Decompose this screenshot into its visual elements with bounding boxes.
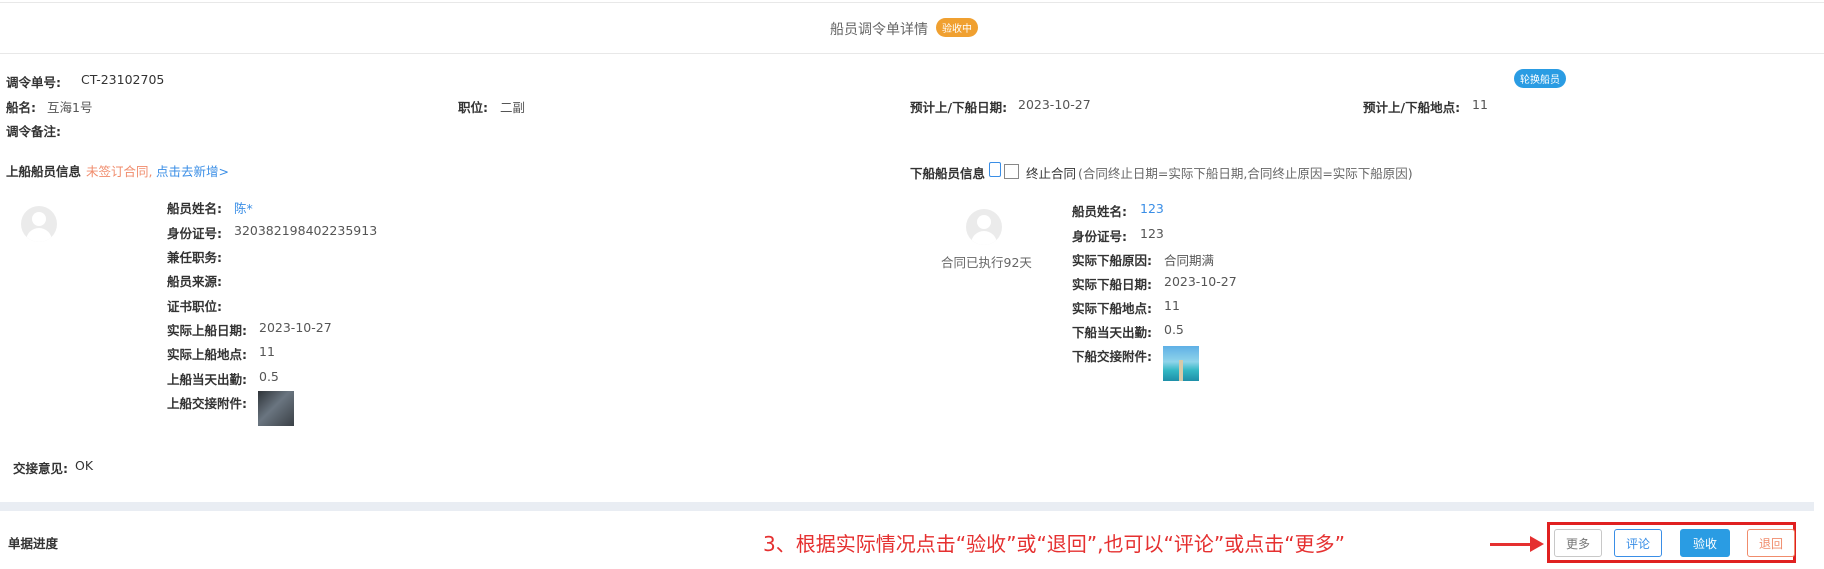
contract-days: 合同已执行92天 — [941, 255, 1032, 270]
offboard-date-label: 实际下船日期: — [1072, 277, 1152, 292]
annotation-arrow-line — [1490, 543, 1534, 546]
offboard-date-value: 2023-10-27 — [1164, 274, 1237, 289]
offboard-id-label: 身份证号: — [1072, 229, 1127, 244]
position-value: 二副 — [500, 100, 526, 115]
planned-place-label: 预计上/下船地点: — [1363, 100, 1461, 115]
onboard-place-label: 实际上船地点: — [167, 347, 247, 362]
contract-warning: 未签订合同, — [86, 164, 153, 179]
offboard-attachment-thumbnail[interactable] — [1163, 346, 1199, 381]
header-divider — [0, 53, 1824, 54]
offboard-reason-label: 实际下船原因: — [1072, 253, 1152, 268]
ship-label: 船名: — [6, 100, 36, 115]
onboard-date-value: 2023-10-27 — [259, 320, 332, 335]
offboard-place-label: 实际下船地点: — [1072, 301, 1152, 316]
position-label: 职位: — [458, 100, 488, 115]
onboard-name-link[interactable]: 陈* — [234, 198, 253, 217]
onboard-avatar — [21, 206, 57, 242]
top-divider — [0, 2, 1824, 3]
comment-button[interactable]: 评论 — [1614, 529, 1662, 557]
onboard-date-label: 实际上船日期: — [167, 323, 247, 338]
offboard-name-link[interactable]: 123 — [1140, 201, 1164, 216]
planned-date-value: 2023-10-27 — [1018, 97, 1091, 112]
order-no-label: 调令单号: — [6, 75, 61, 90]
return-button[interactable]: 退回 — [1747, 529, 1795, 557]
planned-date-label: 预计上/下船日期: — [910, 100, 1008, 115]
onboard-id-value: 320382198402235913 — [234, 223, 378, 238]
onboard-attachment-thumbnail[interactable] — [258, 391, 294, 426]
onboard-attendance-value: 0.5 — [259, 369, 279, 384]
offboard-avatar — [966, 209, 1002, 245]
offboard-id-value: 123 — [1140, 226, 1164, 241]
handover-label: 交接意见: — [13, 461, 68, 476]
ship-value: 互海1号 — [47, 100, 93, 115]
status-badge: 验收中 — [936, 18, 978, 37]
offboard-attendance-label: 下船当天出勤: — [1072, 325, 1152, 340]
onboard-id-label: 身份证号: — [167, 226, 222, 241]
order-no-value: CT-23102705 — [81, 72, 165, 87]
onboard-cert-position-label: 证书职位: — [167, 299, 222, 314]
offboard-section-title: 下船船员信息 — [910, 166, 986, 181]
document-icon[interactable] — [989, 162, 1001, 177]
offboard-reason-value: 合同期满 — [1164, 253, 1215, 268]
annotation-arrow-icon — [1530, 536, 1544, 552]
onboard-source-label: 船员来源: — [167, 274, 222, 289]
offboard-attachment-label: 下船交接附件: — [1072, 349, 1152, 364]
offboard-name-label: 船员姓名: — [1072, 204, 1127, 219]
section-divider — [0, 502, 1814, 511]
more-button[interactable]: 更多 — [1554, 529, 1602, 557]
instruction-annotation: 3、根据实际情况点击“验收”或“退回”,也可以“评论”或点击“更多” — [763, 532, 1345, 556]
progress-title: 单据进度 — [8, 536, 59, 551]
remark-label: 调令备注: — [6, 124, 61, 139]
handover-value: OK — [75, 458, 94, 473]
offboard-attendance-value: 0.5 — [1164, 322, 1184, 337]
terminate-contract-note: (合同终止日期=实际下船日期,合同终止原因=实际下船原因) — [1078, 166, 1413, 181]
planned-place-value: 11 — [1472, 97, 1488, 112]
onboard-attachment-label: 上船交接附件: — [167, 396, 247, 411]
swap-crew-badge[interactable]: 轮换船员 — [1514, 69, 1566, 88]
terminate-contract-checkbox[interactable] — [1004, 164, 1019, 179]
onboard-name-label: 船员姓名: — [167, 201, 222, 216]
offboard-place-value: 11 — [1164, 298, 1180, 313]
onboard-attendance-label: 上船当天出勤: — [167, 372, 247, 387]
accept-button[interactable]: 验收 — [1680, 529, 1730, 557]
page-title: 船员调令单详情 — [830, 22, 928, 38]
terminate-contract-label: 终止合同 — [1026, 166, 1077, 181]
add-contract-link[interactable]: 点击去新增> — [156, 161, 229, 180]
onboard-concurrent-duty-label: 兼任职务: — [167, 250, 222, 265]
onboard-place-value: 11 — [259, 344, 275, 359]
onboard-section-title: 上船船员信息 — [6, 164, 82, 179]
